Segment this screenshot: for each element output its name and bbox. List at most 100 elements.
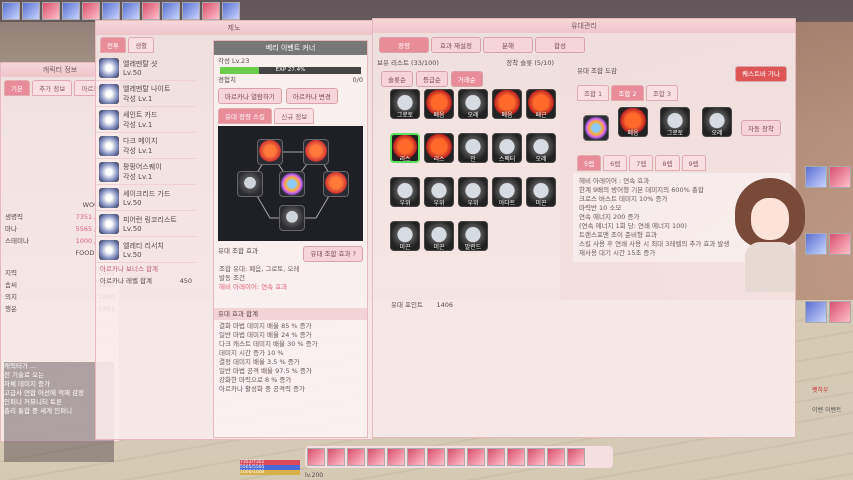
skill-slot-icon[interactable]: [22, 2, 40, 20]
sort-grade-button[interactable]: 등급순: [415, 71, 448, 87]
bond-slot-stone[interactable]: [279, 205, 305, 231]
skill-slot-icon[interactable]: [82, 2, 100, 20]
skill-item[interactable]: 피어런 링코리스트 Lv.50: [96, 211, 196, 237]
arcana-change-button[interactable]: 아르카나 변경: [285, 88, 338, 104]
sort-trade-button[interactable]: 거래순: [450, 71, 483, 87]
bond-gem[interactable]: 우위: [455, 177, 491, 219]
skill-item[interactable]: 엘레멘탈 샷 Lv.50: [96, 55, 196, 81]
bond-gem[interactable]: 미끈: [523, 177, 559, 219]
quick-icon[interactable]: [829, 166, 851, 188]
combo-help-button[interactable]: 유대 조합 효과 ?: [303, 246, 363, 262]
skill-slot-icon[interactable]: [42, 2, 60, 20]
skill-slot-icon[interactable]: [122, 2, 140, 20]
menu-icon[interactable]: [567, 448, 585, 466]
combo-gem[interactable]: 오레: [699, 107, 735, 149]
tab-combat[interactable]: 전투: [100, 37, 126, 53]
gem-label: 미끈: [399, 244, 411, 251]
bond-gem[interactable]: 우위: [387, 177, 423, 219]
bond-gem[interactable]: 그로토: [387, 89, 423, 131]
bond-gem[interactable]: 우위: [421, 177, 457, 219]
skill-slot-icon[interactable]: [142, 2, 160, 20]
bond-slot-fire[interactable]: [323, 171, 349, 197]
bond-gem[interactable]: 말린드: [455, 221, 491, 263]
tab-extra[interactable]: 추가 정보: [32, 80, 73, 96]
menu-icon[interactable]: [367, 448, 385, 466]
skill-item[interactable]: 엘레멘탈 나이트 각성 Lv.1: [96, 81, 196, 107]
combo-gem[interactable]: 그로토: [657, 107, 693, 149]
skill-slot-icon[interactable]: [222, 2, 240, 20]
tab-level[interactable]: 9렙: [681, 155, 706, 171]
combo-dropdown[interactable]: 퀘스트바 가나: [735, 66, 787, 82]
menu-icon[interactable]: [487, 448, 505, 466]
menu-icon[interactable]: [447, 448, 465, 466]
auto-equip-button[interactable]: 자동 장착: [741, 120, 781, 136]
skill-icon: [99, 239, 119, 260]
skill-item[interactable]: 팡팡어스퀘이 각성 Lv.1: [96, 159, 196, 185]
bond-gem[interactable]: 아다트: [489, 177, 525, 219]
combo-core-icon: [583, 115, 609, 141]
quick-icon[interactable]: [829, 300, 851, 323]
gem-label: 우위: [433, 200, 445, 207]
menu-icon[interactable]: [547, 448, 565, 466]
bond-slot-stone[interactable]: [237, 171, 263, 197]
menu-icon[interactable]: [307, 448, 325, 466]
effect-line: 강화한 마력으로 8 % 증가: [219, 376, 292, 384]
menu-icon[interactable]: [427, 448, 445, 466]
bond-gem[interactable]: 스펙터: [489, 133, 525, 175]
skill-slot-icon[interactable]: [62, 2, 80, 20]
tab-new-info[interactable]: 신규 정보: [274, 108, 315, 124]
skill-item[interactable]: 엘레티 리서치 Lv.50: [96, 237, 196, 263]
bond-gem[interactable]: 오레: [523, 133, 559, 175]
bond-gem[interactable]: 폐음: [421, 89, 457, 131]
bond-slot-fire[interactable]: [257, 139, 283, 165]
bond-slot-core[interactable]: [279, 171, 305, 197]
menu-icon[interactable]: [387, 448, 405, 466]
quick-icon[interactable]: [805, 233, 827, 256]
tab-spirit[interactable]: 정령: [379, 37, 429, 53]
tab-basic[interactable]: 기본: [4, 80, 30, 96]
skill-item[interactable]: 세인트 카드 각성 Lv.1: [96, 107, 196, 133]
skill-item[interactable]: 다크 메이지 각성 Lv.1: [96, 133, 196, 159]
tab-dismantle[interactable]: 분해: [483, 37, 533, 53]
skill-icon: [99, 213, 119, 234]
tab-combine[interactable]: 합성: [535, 37, 585, 53]
skill-slot-icon[interactable]: [102, 2, 120, 20]
bond-gem[interactable]: 폐음: [489, 89, 525, 131]
tab-level[interactable]: 6렙: [603, 155, 628, 171]
bond-gem[interactable]: 오레: [455, 89, 491, 131]
bond-gem[interactable]: 미끈: [387, 221, 423, 263]
tab-combo-1[interactable]: 조합 1: [577, 85, 610, 101]
menu-icon[interactable]: [507, 448, 525, 466]
quick-icon[interactable]: [805, 300, 827, 323]
skill-slot-icon[interactable]: [202, 2, 220, 20]
menu-icon[interactable]: [327, 448, 345, 466]
menu-icon[interactable]: [407, 448, 425, 466]
bond-gem[interactable]: 미끈: [421, 221, 457, 263]
tab-reset[interactable]: 효과 재설정: [431, 37, 481, 53]
bond-diagram: [218, 126, 363, 241]
menu-icon[interactable]: [347, 448, 365, 466]
sort-slot-button[interactable]: 슬롯순: [381, 71, 413, 87]
skill-item[interactable]: 세이크리드 가드 Lv.50: [96, 185, 196, 211]
menu-icon[interactable]: [467, 448, 485, 466]
tab-life[interactable]: 생활: [128, 37, 155, 53]
quick-icon[interactable]: [829, 233, 851, 256]
tab-level[interactable]: 5렙: [577, 155, 602, 171]
tab-level[interactable]: 8렙: [655, 155, 680, 171]
bond-slot-fire[interactable]: [303, 139, 329, 165]
skill-slot-icon[interactable]: [2, 2, 20, 20]
arcana-view-button[interactable]: 마르카나 열람하기: [218, 88, 282, 104]
tab-combo-2[interactable]: 조합 2: [611, 85, 644, 101]
skill-slot-icon[interactable]: [162, 2, 180, 20]
bond-gem[interactable]: 리스: [387, 133, 423, 175]
tab-level[interactable]: 7렙: [629, 155, 654, 171]
tab-combo-3[interactable]: 조합 3: [645, 85, 678, 101]
menu-icon[interactable]: [527, 448, 545, 466]
tab-bond-skill[interactable]: 유대 정령 스킬: [218, 108, 273, 124]
combo-gem[interactable]: 폐음: [615, 107, 651, 149]
bond-gem[interactable]: 리스: [421, 133, 457, 175]
bond-gem[interactable]: 인: [455, 133, 491, 175]
quick-icon[interactable]: [805, 166, 827, 188]
bond-gem[interactable]: 페근: [523, 89, 559, 131]
skill-slot-icon[interactable]: [182, 2, 200, 20]
